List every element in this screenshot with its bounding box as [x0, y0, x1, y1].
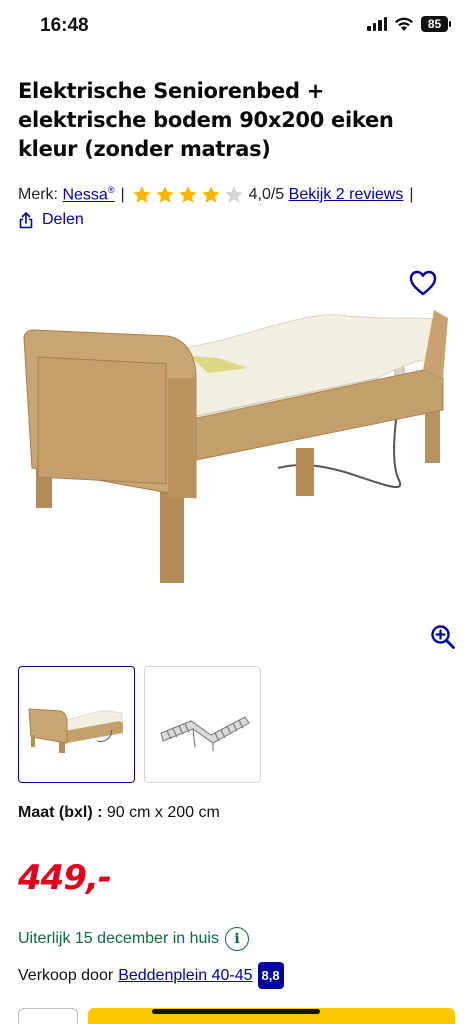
home-indicator	[152, 1009, 320, 1014]
star-filled-icon	[201, 186, 220, 203]
rating-text: 4,0/5	[248, 186, 285, 203]
rating-stars	[131, 184, 245, 206]
separator: |	[409, 186, 414, 203]
share-label: Delen	[42, 211, 84, 228]
heart-icon[interactable]	[408, 268, 438, 298]
brand-label: Merk:	[18, 186, 58, 203]
star-filled-icon	[132, 186, 151, 203]
status-time: 16:48	[40, 15, 89, 36]
info-icon[interactable]: i	[224, 927, 249, 951]
thumbnail-bed[interactable]	[18, 666, 135, 783]
battery-icon: 85	[421, 16, 451, 32]
delivery-text: Uiterlijk 15 december in huis	[18, 930, 219, 947]
seller-info: Verkoop door Beddenplein 40-45 8,8	[18, 962, 284, 989]
share-icon	[19, 211, 33, 228]
product-image[interactable]	[18, 298, 458, 598]
product-meta-row: Merk: Nessa® | 4,0/5 Bekijk 2 reviews |	[18, 184, 420, 206]
star-filled-icon	[178, 186, 197, 203]
status-icons: 85	[367, 16, 451, 32]
signal-icon	[367, 17, 387, 31]
delivery-info: Uiterlijk 15 december in huis i	[18, 927, 249, 951]
star-empty-icon	[224, 186, 243, 203]
seller-score-badge: 8,8	[257, 962, 284, 989]
brand-link[interactable]: Nessa®	[62, 185, 114, 204]
share-button[interactable]: Delen	[18, 211, 84, 229]
wifi-icon	[395, 17, 413, 31]
reviews-link[interactable]: Bekijk 2 reviews	[289, 186, 404, 204]
thumbnail-slatted-base[interactable]	[144, 666, 261, 783]
status-bar: 16:48 85	[0, 0, 473, 52]
battery-level: 85	[421, 16, 448, 32]
quantity-select[interactable]	[18, 1008, 78, 1024]
thumbnail-gallery	[18, 666, 261, 783]
seller-label: Verkoop door	[18, 966, 114, 984]
size-value: 90 cm x 200 cm	[106, 804, 220, 821]
seller-link[interactable]: Beddenplein 40-45	[118, 967, 252, 985]
star-filled-icon	[155, 186, 174, 203]
price: 449,-	[18, 858, 112, 898]
product-title: Elektrische Seniorenbed + elektrische bo…	[18, 79, 394, 161]
size-spec: Maat (bxl) : 90 cm x 200 cm	[18, 804, 220, 822]
size-label: Maat (bxl) :	[18, 804, 103, 821]
zoom-icon[interactable]	[430, 624, 456, 650]
separator: |	[120, 186, 125, 203]
